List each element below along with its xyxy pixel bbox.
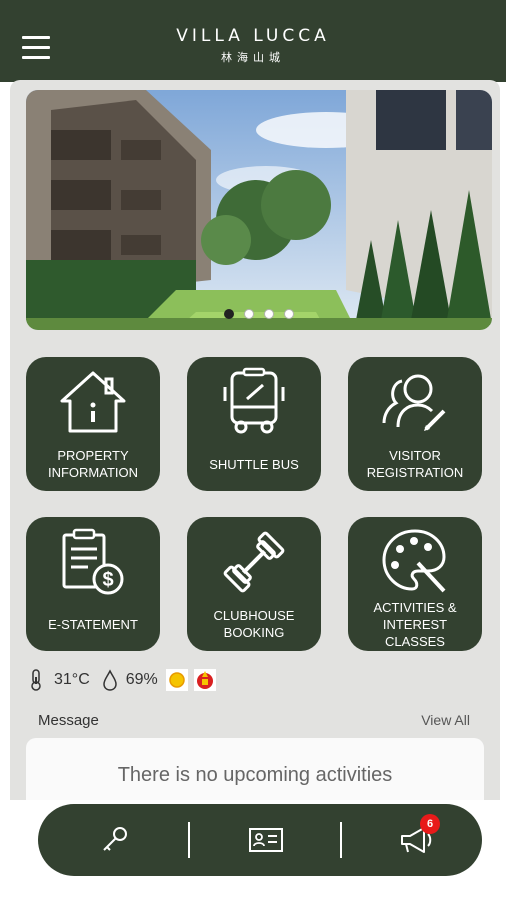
house-icon xyxy=(60,371,126,433)
bus-icon xyxy=(223,367,285,434)
key-icon xyxy=(103,827,127,851)
clubhouse-booking-tile[interactable]: CLUBHOUSE BOOKING xyxy=(187,517,321,651)
sunny-weather-icon xyxy=(165,669,188,691)
temperature-value: 31°C xyxy=(54,671,90,688)
announcement-button[interactable]: 6 xyxy=(396,814,440,858)
e-statement-tile[interactable]: $ E-STATEMENT xyxy=(26,517,160,651)
app-header: VILLA LUCCA 林海山城 xyxy=(0,0,506,82)
notification-count-badge: 6 xyxy=(420,814,440,834)
weather-info: 31°C 69% xyxy=(28,668,216,692)
property-information-tile[interactable]: PROPERTY INFORMATION xyxy=(26,357,160,491)
tile-label-line1: E-STATEMENT xyxy=(48,617,138,632)
tile-label-line2: INFORMATION xyxy=(47,465,139,480)
visitor-icon xyxy=(382,374,446,431)
tile-label-line1: ACTIVITIES & xyxy=(373,600,457,615)
svg-text:$: $ xyxy=(102,569,113,591)
palette-icon xyxy=(382,529,446,593)
very-hot-warning-icon xyxy=(193,669,216,691)
nav-divider xyxy=(188,822,190,858)
tile-label-line1: CLUBHOUSE xyxy=(213,608,295,623)
brand-logo: VILLA LUCCA 林海山城 xyxy=(0,26,506,65)
id-card-button[interactable] xyxy=(246,822,286,858)
carousel-indicator xyxy=(26,306,492,324)
tile-label-line2: INTEREST xyxy=(382,617,448,632)
main-content: PROPERTY INFORMATION SHUTTLE BUS VISITOR… xyxy=(10,80,500,800)
carousel-dot[interactable] xyxy=(224,309,234,319)
carousel-dot[interactable] xyxy=(244,309,254,319)
message-section-title: Message xyxy=(38,712,99,729)
id-card-icon xyxy=(249,828,283,852)
empty-message-text: There is no upcoming activities xyxy=(117,764,393,786)
tile-label-line2: BOOKING xyxy=(223,625,285,640)
tile-label-line3: CLASSES xyxy=(385,634,445,649)
tile-label-line1: SHUTTLE BUS xyxy=(209,457,299,472)
brand-name: VILLA LUCCA xyxy=(176,26,330,46)
visitor-registration-tile[interactable]: VISITOR REGISTRATION xyxy=(348,357,482,491)
tile-label-line2: REGISTRATION xyxy=(366,465,464,480)
tile-label-line1: VISITOR xyxy=(389,448,441,463)
humidity-drop-icon xyxy=(102,669,117,691)
shuttle-bus-tile[interactable]: SHUTTLE BUS xyxy=(187,357,321,491)
view-all-link[interactable]: View All xyxy=(421,712,470,728)
bottom-nav-bar: 6 xyxy=(38,804,482,876)
humidity-value: 69% xyxy=(125,671,158,688)
brand-subtitle: 林海山城 xyxy=(221,52,285,64)
nav-divider xyxy=(340,822,342,858)
thermometer-icon xyxy=(31,669,41,691)
banner-image xyxy=(26,90,492,330)
tile-label-line1: PROPERTY xyxy=(57,448,129,463)
banner-carousel[interactable] xyxy=(26,90,492,330)
carousel-dot[interactable] xyxy=(264,309,274,319)
carousel-dot[interactable] xyxy=(284,309,294,319)
activities-interest-classes-tile[interactable]: ACTIVITIES & INTEREST CLASSES xyxy=(348,517,482,651)
dumbbell-icon xyxy=(223,531,285,593)
key-button[interactable] xyxy=(96,822,136,858)
message-card: There is no upcoming activities xyxy=(26,738,484,800)
statement-icon: $ xyxy=(62,528,124,595)
